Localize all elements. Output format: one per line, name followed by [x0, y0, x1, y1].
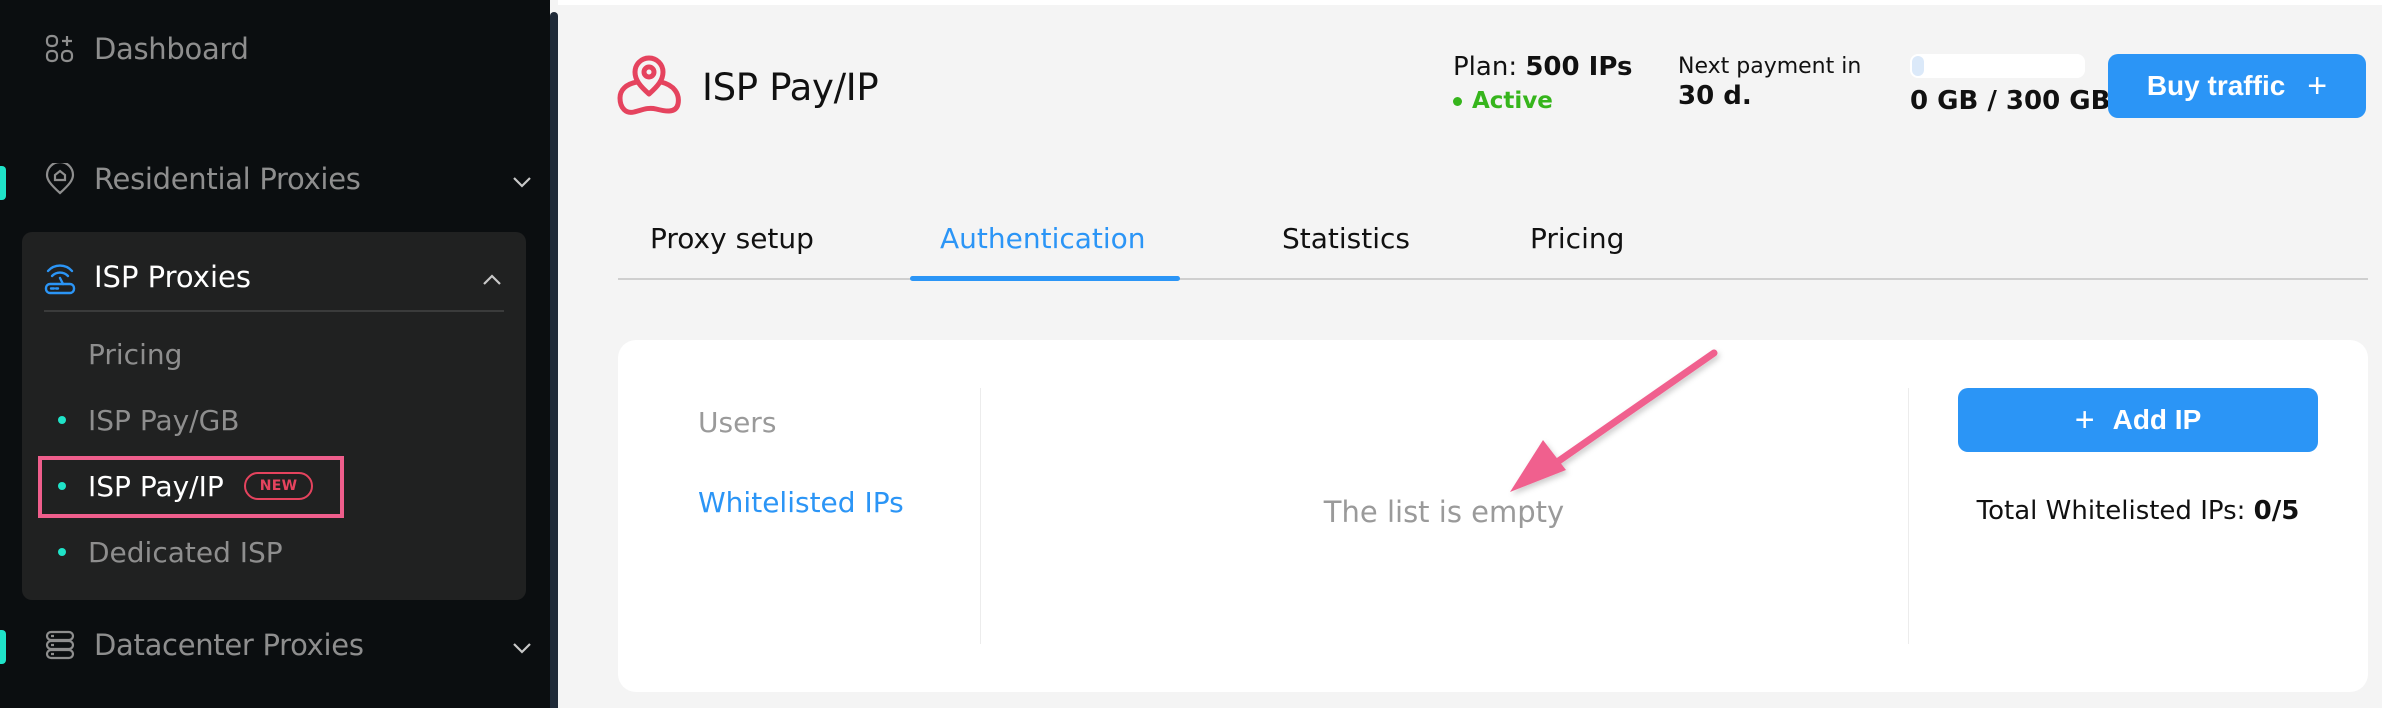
- tab-statistics[interactable]: Statistics: [1282, 222, 1410, 278]
- sidebar-item-dashboard[interactable]: Dashboard: [44, 32, 249, 66]
- main-content: ISP Pay/IP Plan: 500 IPs Active Next pay…: [558, 0, 2382, 708]
- tab-pricing[interactable]: Pricing: [1530, 222, 1624, 278]
- buy-traffic-button[interactable]: Buy traffic +: [2108, 54, 2366, 118]
- annotation-highlight-box: [38, 456, 344, 518]
- tab-proxy-setup[interactable]: Proxy setup: [650, 222, 814, 278]
- location-map-icon: [616, 52, 682, 122]
- traffic-progress-bar: [1910, 54, 2085, 78]
- router-icon: [44, 261, 76, 295]
- sidebar-item-label: Datacenter Proxies: [94, 628, 364, 662]
- sidebar-item-residential-proxies[interactable]: Residential Proxies: [44, 162, 531, 196]
- dashboard-grid-icon: [44, 33, 76, 65]
- isp-proxies-group: ISP Proxies Pricing ISP Pay/GB ISP Pay/I…: [22, 232, 526, 600]
- empty-list-message: The list is empty: [1323, 495, 1565, 529]
- sidebar-subitem-isp-pay-gb[interactable]: ISP Pay/GB: [22, 398, 240, 442]
- tab-bar: Proxy setup Authentication Statistics Pr…: [618, 210, 2368, 281]
- sidebar-subitem-label: Pricing: [88, 337, 183, 371]
- sidebar-item-label: ISP Proxies: [94, 260, 251, 294]
- section-marker: [0, 166, 6, 200]
- plan-label: Plan:: [1453, 52, 1518, 82]
- add-ip-label: Add IP: [2112, 404, 2202, 435]
- sidebar-subitem-label: ISP Pay/GB: [88, 403, 240, 437]
- product-header: ISP Pay/IP: [616, 52, 879, 122]
- auth-nav-users[interactable]: Users: [698, 406, 776, 439]
- total-label: Total Whitelisted IPs:: [1976, 496, 2246, 526]
- buy-traffic-label: Buy traffic: [2146, 70, 2286, 101]
- status-text: Active: [1472, 88, 1553, 114]
- plus-icon: +: [2307, 66, 2328, 105]
- sidebar: Dashboard Residential Proxies ISP Proxie…: [0, 0, 550, 708]
- sidebar-item-label: Residential Proxies: [94, 162, 361, 196]
- chevron-down-icon: [510, 633, 534, 657]
- plus-icon: +: [2074, 400, 2095, 439]
- traffic-progress-fill: [1912, 56, 1924, 76]
- divider: [44, 310, 504, 312]
- traffic-usage: 0 GB / 300 GB: [1910, 54, 2110, 116]
- next-payment: Next payment in 30 d.: [1678, 54, 1861, 111]
- next-payment-value: 30 d.: [1678, 81, 1752, 111]
- server-stack-icon: [44, 629, 76, 661]
- next-payment-label: Next payment in: [1678, 54, 1862, 79]
- total-whitelisted: Total Whitelisted IPs: 0/5: [1908, 496, 2368, 526]
- chevron-up-icon: [480, 265, 504, 289]
- sidebar-subitem-pricing[interactable]: Pricing: [22, 332, 182, 376]
- bullet-dot: [58, 416, 66, 424]
- status-dot-icon: [1453, 96, 1462, 106]
- plan-info: Plan: 500 IPs Active: [1453, 52, 1632, 114]
- location-home-icon: [44, 163, 76, 195]
- bullet-dot: [58, 548, 66, 556]
- sidebar-subitem-label: Dedicated ISP: [88, 535, 283, 569]
- sidebar-item-label: Dashboard: [94, 32, 249, 66]
- sidebar-scrollbar[interactable]: [550, 12, 558, 708]
- auth-nav-whitelisted-ips[interactable]: Whitelisted IPs: [698, 486, 904, 519]
- annotation-arrow-icon: [1510, 349, 1718, 492]
- chevron-down-icon: [510, 167, 534, 191]
- page-title: ISP Pay/IP: [702, 65, 879, 109]
- active-tab-indicator: [910, 276, 1180, 281]
- plan-value: 500 IPs: [1525, 52, 1633, 82]
- sidebar-item-isp-proxies[interactable]: ISP Proxies: [44, 252, 504, 302]
- add-ip-button[interactable]: + Add IP: [1958, 388, 2318, 452]
- status-badge: Active: [1453, 88, 1632, 114]
- total-value: 0/5: [2253, 496, 2300, 526]
- section-marker: [0, 630, 6, 664]
- tab-authentication[interactable]: Authentication: [940, 222, 1146, 278]
- sidebar-item-datacenter-proxies[interactable]: Datacenter Proxies: [44, 628, 531, 662]
- traffic-text: 0 GB / 300 GB: [1910, 86, 2111, 116]
- sidebar-subitem-dedicated-isp[interactable]: Dedicated ISP: [22, 530, 283, 574]
